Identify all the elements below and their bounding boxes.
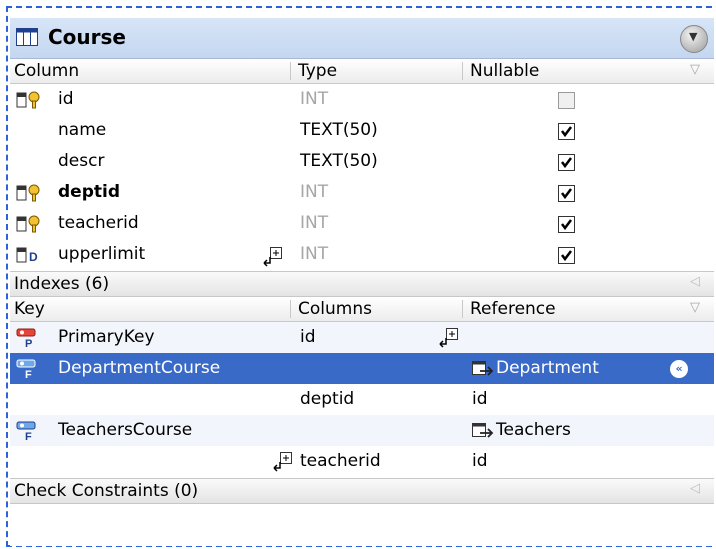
nullable-checkbox[interactable]	[558, 216, 575, 233]
key-row[interactable]: P PrimaryKey id	[10, 322, 714, 353]
table-icon	[16, 28, 38, 46]
key-name: DepartmentCourse	[58, 358, 221, 378]
foreign-key-icon	[16, 215, 40, 233]
column-row[interactable]: D upperlimit INT	[10, 239, 714, 270]
nullable-checkbox[interactable]	[558, 247, 575, 264]
checkmark-icon	[561, 188, 572, 200]
foreign-key-index-icon: F	[16, 421, 36, 441]
svg-text:P: P	[25, 338, 32, 348]
collapse-button[interactable]: ▼	[680, 25, 708, 53]
column-row[interactable]: name TEXT(50)	[10, 115, 714, 146]
key-row[interactable]: F TeachersCourse Teachers	[10, 415, 714, 446]
key-header[interactable]: Key	[14, 299, 45, 319]
key-reference: Department	[496, 358, 599, 378]
key-reference: id	[472, 451, 488, 471]
column-type: INT	[300, 244, 329, 264]
reference-header[interactable]: Reference	[470, 299, 556, 319]
go-to-reference-icon[interactable]: «	[670, 360, 688, 378]
key-columns: teacherid	[300, 451, 381, 471]
key-row[interactable]: teacherid id	[10, 446, 714, 477]
columns-header-cell[interactable]: Columns	[298, 299, 372, 319]
key-columns: id	[300, 327, 316, 347]
nullable-checkbox[interactable]	[558, 154, 575, 171]
key-name: PrimaryKey	[58, 327, 155, 347]
nullable-checkbox[interactable]	[558, 123, 575, 140]
default-column-icon: D	[16, 247, 38, 264]
sort-triangle-icon[interactable]: ▽	[690, 300, 700, 315]
checkmark-icon	[561, 157, 572, 169]
nullable-checkbox[interactable]	[558, 185, 575, 202]
key-reference: Teachers	[496, 420, 571, 440]
column-name: teacherid	[58, 213, 139, 233]
indexes-section-header[interactable]: Indexes (6) ◁	[10, 271, 714, 297]
column-name: descr	[58, 151, 105, 171]
column-type: TEXT(50)	[300, 120, 378, 140]
nullable-checkbox[interactable]	[558, 92, 575, 109]
column-row[interactable]: teacherid INT	[10, 208, 714, 239]
column-type: INT	[300, 89, 329, 109]
type-header[interactable]: Type	[298, 61, 337, 81]
columns-header: Column Type Nullable ▽	[10, 59, 714, 84]
primary-key-icon	[16, 91, 40, 109]
column-type: INT	[300, 182, 329, 202]
sort-triangle-icon[interactable]: ▽	[690, 62, 700, 77]
check-constraints-section-header[interactable]: Check Constraints (0) ◁	[10, 478, 714, 504]
check-constraints-label: Check Constraints (0)	[14, 481, 199, 501]
checkmark-icon	[561, 250, 572, 262]
key-row[interactable]: deptid id	[10, 384, 714, 415]
indexes-section-label: Indexes (6)	[14, 274, 110, 294]
svg-text:D: D	[29, 250, 38, 264]
key-name: TeachersCourse	[58, 420, 193, 440]
table-titlebar[interactable]: Course ▼	[10, 18, 714, 59]
nullable-header[interactable]: Nullable	[470, 61, 539, 81]
table-panel: Course ▼ Column Type Nullable ▽ id INT n…	[10, 18, 714, 546]
key-columns: deptid	[300, 389, 355, 409]
expand-plus-icon[interactable]	[262, 247, 286, 267]
chevron-down-icon: ▼	[689, 30, 698, 43]
section-toggle-icon[interactable]: ◁	[690, 481, 700, 496]
table-reference-icon	[472, 423, 494, 438]
primary-key-index-icon: P	[16, 328, 36, 348]
column-header[interactable]: Column	[14, 61, 79, 81]
column-row[interactable]: id INT	[10, 84, 714, 115]
column-name: name	[58, 120, 107, 140]
section-toggle-icon[interactable]: ◁	[690, 274, 700, 289]
column-type: TEXT(50)	[300, 151, 378, 171]
table-reference-icon	[472, 361, 494, 376]
svg-text:F: F	[25, 431, 32, 441]
column-name: id	[58, 89, 74, 109]
svg-text:F: F	[25, 369, 32, 379]
key-reference: id	[472, 389, 488, 409]
key-row-selected[interactable]: F DepartmentCourse Department «	[10, 353, 714, 384]
column-name: upperlimit	[58, 244, 146, 264]
foreign-key-icon	[16, 184, 40, 202]
checkmark-icon	[561, 126, 572, 138]
checkmark-icon	[561, 219, 572, 231]
column-row[interactable]: descr TEXT(50)	[10, 146, 714, 177]
expand-plus-icon[interactable]	[272, 452, 296, 472]
column-row[interactable]: deptid INT	[10, 177, 714, 208]
foreign-key-index-icon: F	[16, 359, 36, 379]
column-type: INT	[300, 213, 329, 233]
expand-plus-icon[interactable]	[438, 328, 462, 348]
keys-header: Key Columns Reference ▽	[10, 297, 714, 322]
table-title: Course	[48, 25, 126, 49]
column-name: deptid	[58, 182, 120, 202]
